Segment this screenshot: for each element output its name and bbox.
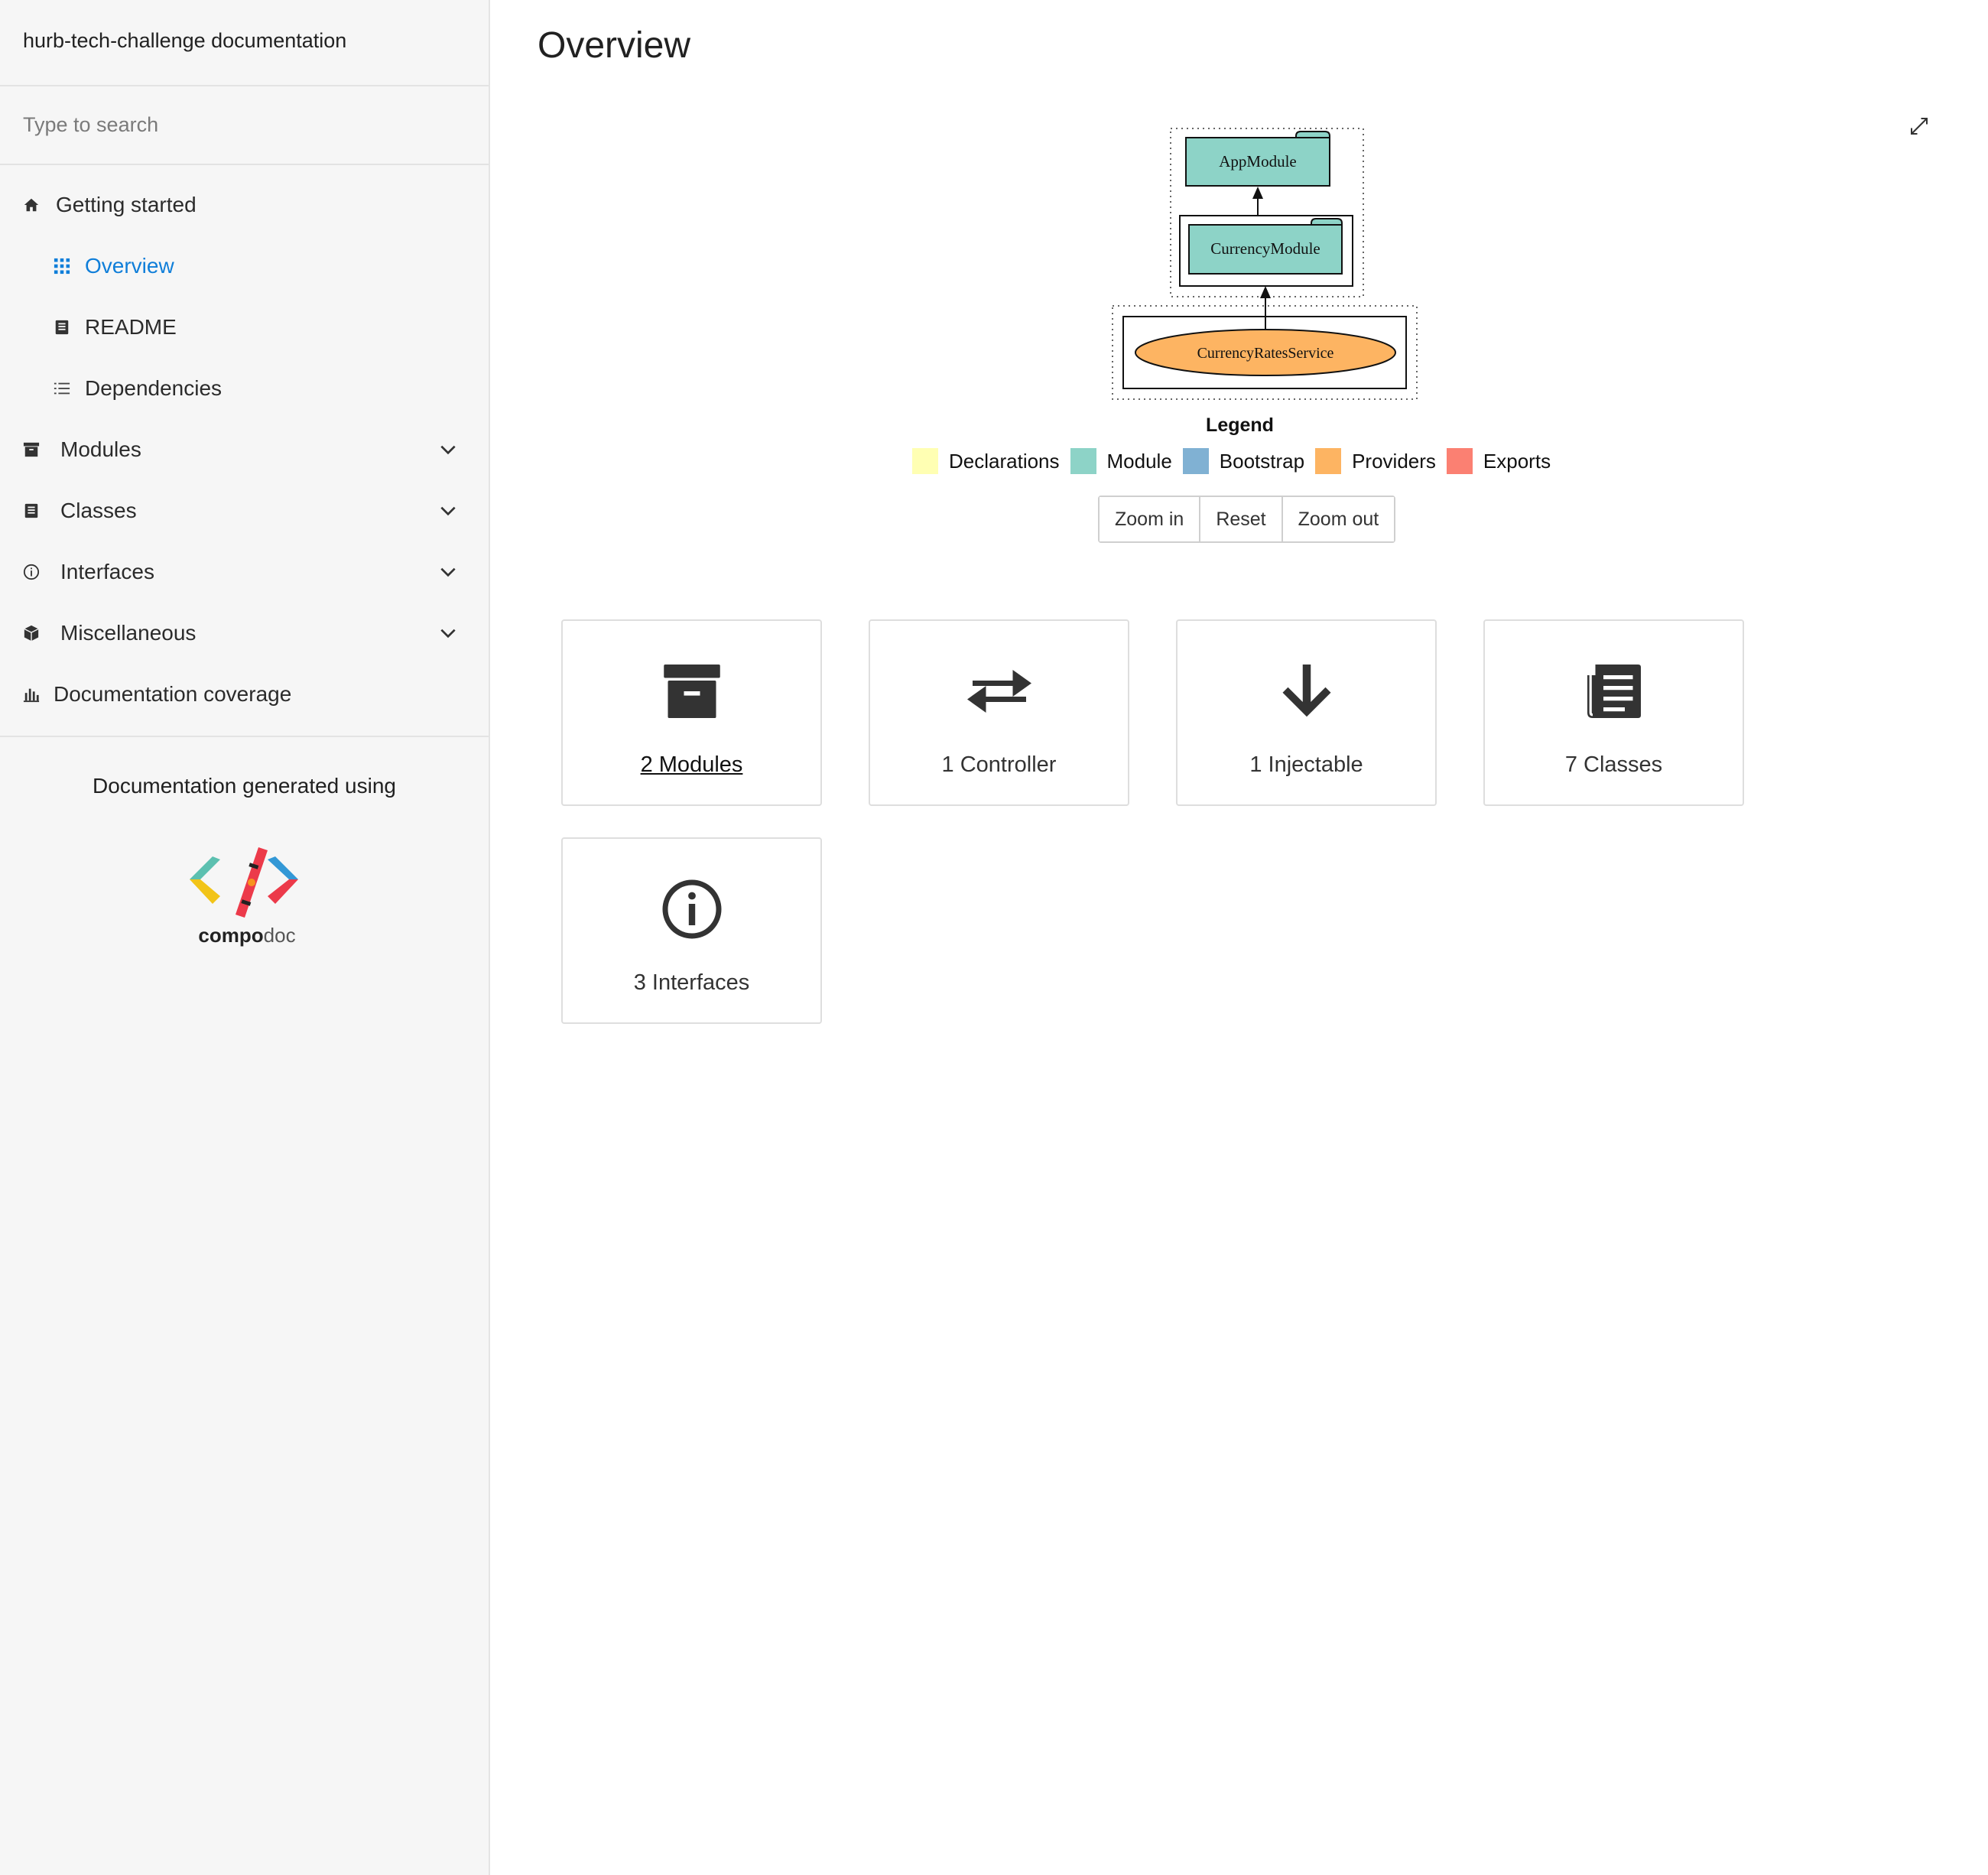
graph-node-label: AppModule [1219, 152, 1297, 171]
fullscreen-icon[interactable] [1908, 115, 1931, 138]
legend-label: Exports [1483, 449, 1551, 473]
menu-documentation-coverage[interactable]: Documentation coverage [0, 664, 489, 725]
legend-swatch [1182, 448, 1209, 474]
zoom-controls: Zoom in Reset Zoom out [1098, 496, 1396, 543]
archive-icon [663, 665, 720, 718]
legend-swatch [1070, 448, 1096, 474]
file-text-icon [1587, 665, 1641, 718]
info-icon [662, 879, 721, 939]
menu-label: Modules [60, 437, 141, 461]
compodoc-logo[interactable]: compodoc [182, 841, 312, 948]
menu-label: Overview [85, 254, 174, 278]
menu-label: Miscellaneous [60, 621, 197, 645]
menu-label: Documentation coverage [54, 682, 292, 706]
card-label: 1 Controller [941, 752, 1057, 777]
menu-dependencies[interactable]: Dependencies [0, 358, 489, 419]
card-label[interactable]: 2 Modules [563, 752, 820, 778]
legend-title: Legend [1206, 414, 1274, 436]
list-icon [52, 379, 72, 398]
main-content: Overview AppModule CurrencyModule Curren… [492, 0, 1988, 1875]
home-icon [21, 195, 41, 215]
menu-readme[interactable]: README [0, 297, 489, 358]
menu-label: README [85, 315, 177, 339]
menu-miscellaneous[interactable]: Miscellaneous [0, 603, 489, 664]
logo-text-bold: compo [198, 924, 263, 947]
legend-item-providers: Providers [1315, 448, 1436, 474]
legend-label: Declarations [949, 449, 1060, 473]
arrow-down-icon [1282, 665, 1330, 717]
reset-button[interactable]: Reset [1200, 497, 1283, 541]
graph-node-label: CurrencyRatesService [1197, 345, 1334, 362]
info-icon [21, 562, 41, 582]
exchange-icon [966, 670, 1031, 713]
legend-label: Bootstrap [1219, 449, 1305, 473]
graph-node-appmodule[interactable]: AppModule [1185, 131, 1330, 187]
svg-text:compodoc: compodoc [198, 924, 295, 947]
logo-text-light: doc [264, 924, 296, 947]
search-input[interactable] [21, 112, 467, 138]
card-interfaces[interactable]: 3 Interfaces [561, 837, 822, 1024]
graph-node-currencyratesservice[interactable]: CurrencyRatesService [1135, 329, 1396, 376]
legend-swatch [1315, 448, 1342, 474]
card-label: 1 Injectable [1249, 752, 1363, 777]
menu-modules[interactable]: Modules [0, 419, 489, 480]
menu-label: Dependencies [85, 376, 223, 400]
legend-label: Providers [1352, 449, 1436, 473]
legend: Declarations Module Bootstrap Providers … [912, 448, 1561, 474]
archive-icon [21, 440, 41, 460]
grid-icon [52, 256, 72, 276]
legend-item-declarations: Declarations [912, 448, 1060, 474]
sidebar: hurb-tech-challenge documentation Gettin… [0, 0, 490, 1875]
legend-swatch [912, 448, 938, 474]
chevron-down-icon[interactable] [438, 562, 458, 582]
bar-chart-icon [21, 684, 41, 704]
graph-node-currencymodule[interactable]: CurrencyModule [1188, 218, 1343, 275]
zoom-in-button[interactable]: Zoom in [1100, 497, 1201, 541]
menu-overview[interactable]: Overview [0, 236, 489, 297]
generated-using-text: Documentation generated using [93, 774, 396, 798]
app-title[interactable]: hurb-tech-challenge documentation [0, 0, 489, 86]
menu-label: Getting started [56, 193, 197, 216]
card-label: 3 Interfaces [633, 970, 750, 995]
file-icon [21, 501, 41, 521]
sidebar-menu: Getting started Overview README Dependen… [0, 165, 489, 725]
book-icon [52, 317, 72, 337]
chevron-down-icon[interactable] [438, 623, 458, 643]
legend-item-bootstrap: Bootstrap [1182, 448, 1305, 474]
menu-label: Interfaces [60, 560, 154, 583]
chevron-down-icon[interactable] [438, 440, 458, 460]
zoom-out-button[interactable]: Zoom out [1282, 497, 1395, 541]
cube-icon [21, 623, 41, 643]
sidebar-divider [0, 736, 489, 737]
legend-item-exports: Exports [1446, 448, 1551, 474]
card-injectables[interactable]: 1 Injectable [1176, 619, 1437, 806]
menu-getting-started[interactable]: Getting started [0, 174, 489, 236]
card-classes[interactable]: 7 Classes [1483, 619, 1744, 806]
dependency-graph: AppModule CurrencyModule CurrencyRatesSe… [1112, 128, 1418, 400]
chevron-down-icon[interactable] [438, 501, 458, 521]
legend-label: Module [1106, 449, 1172, 473]
menu-label: Classes [60, 499, 137, 522]
menu-interfaces[interactable]: Interfaces [0, 541, 489, 603]
legend-item-module: Module [1070, 448, 1172, 474]
card-modules[interactable]: 2 Modules [561, 619, 822, 806]
card-label: 7 Classes [1564, 752, 1663, 777]
menu-classes[interactable]: Classes [0, 480, 489, 541]
search-bar [0, 86, 489, 165]
graph-node-label: CurrencyModule [1210, 239, 1320, 258]
page-title: Overview [538, 25, 691, 66]
card-controllers[interactable]: 1 Controller [869, 619, 1129, 806]
legend-swatch [1446, 448, 1473, 474]
